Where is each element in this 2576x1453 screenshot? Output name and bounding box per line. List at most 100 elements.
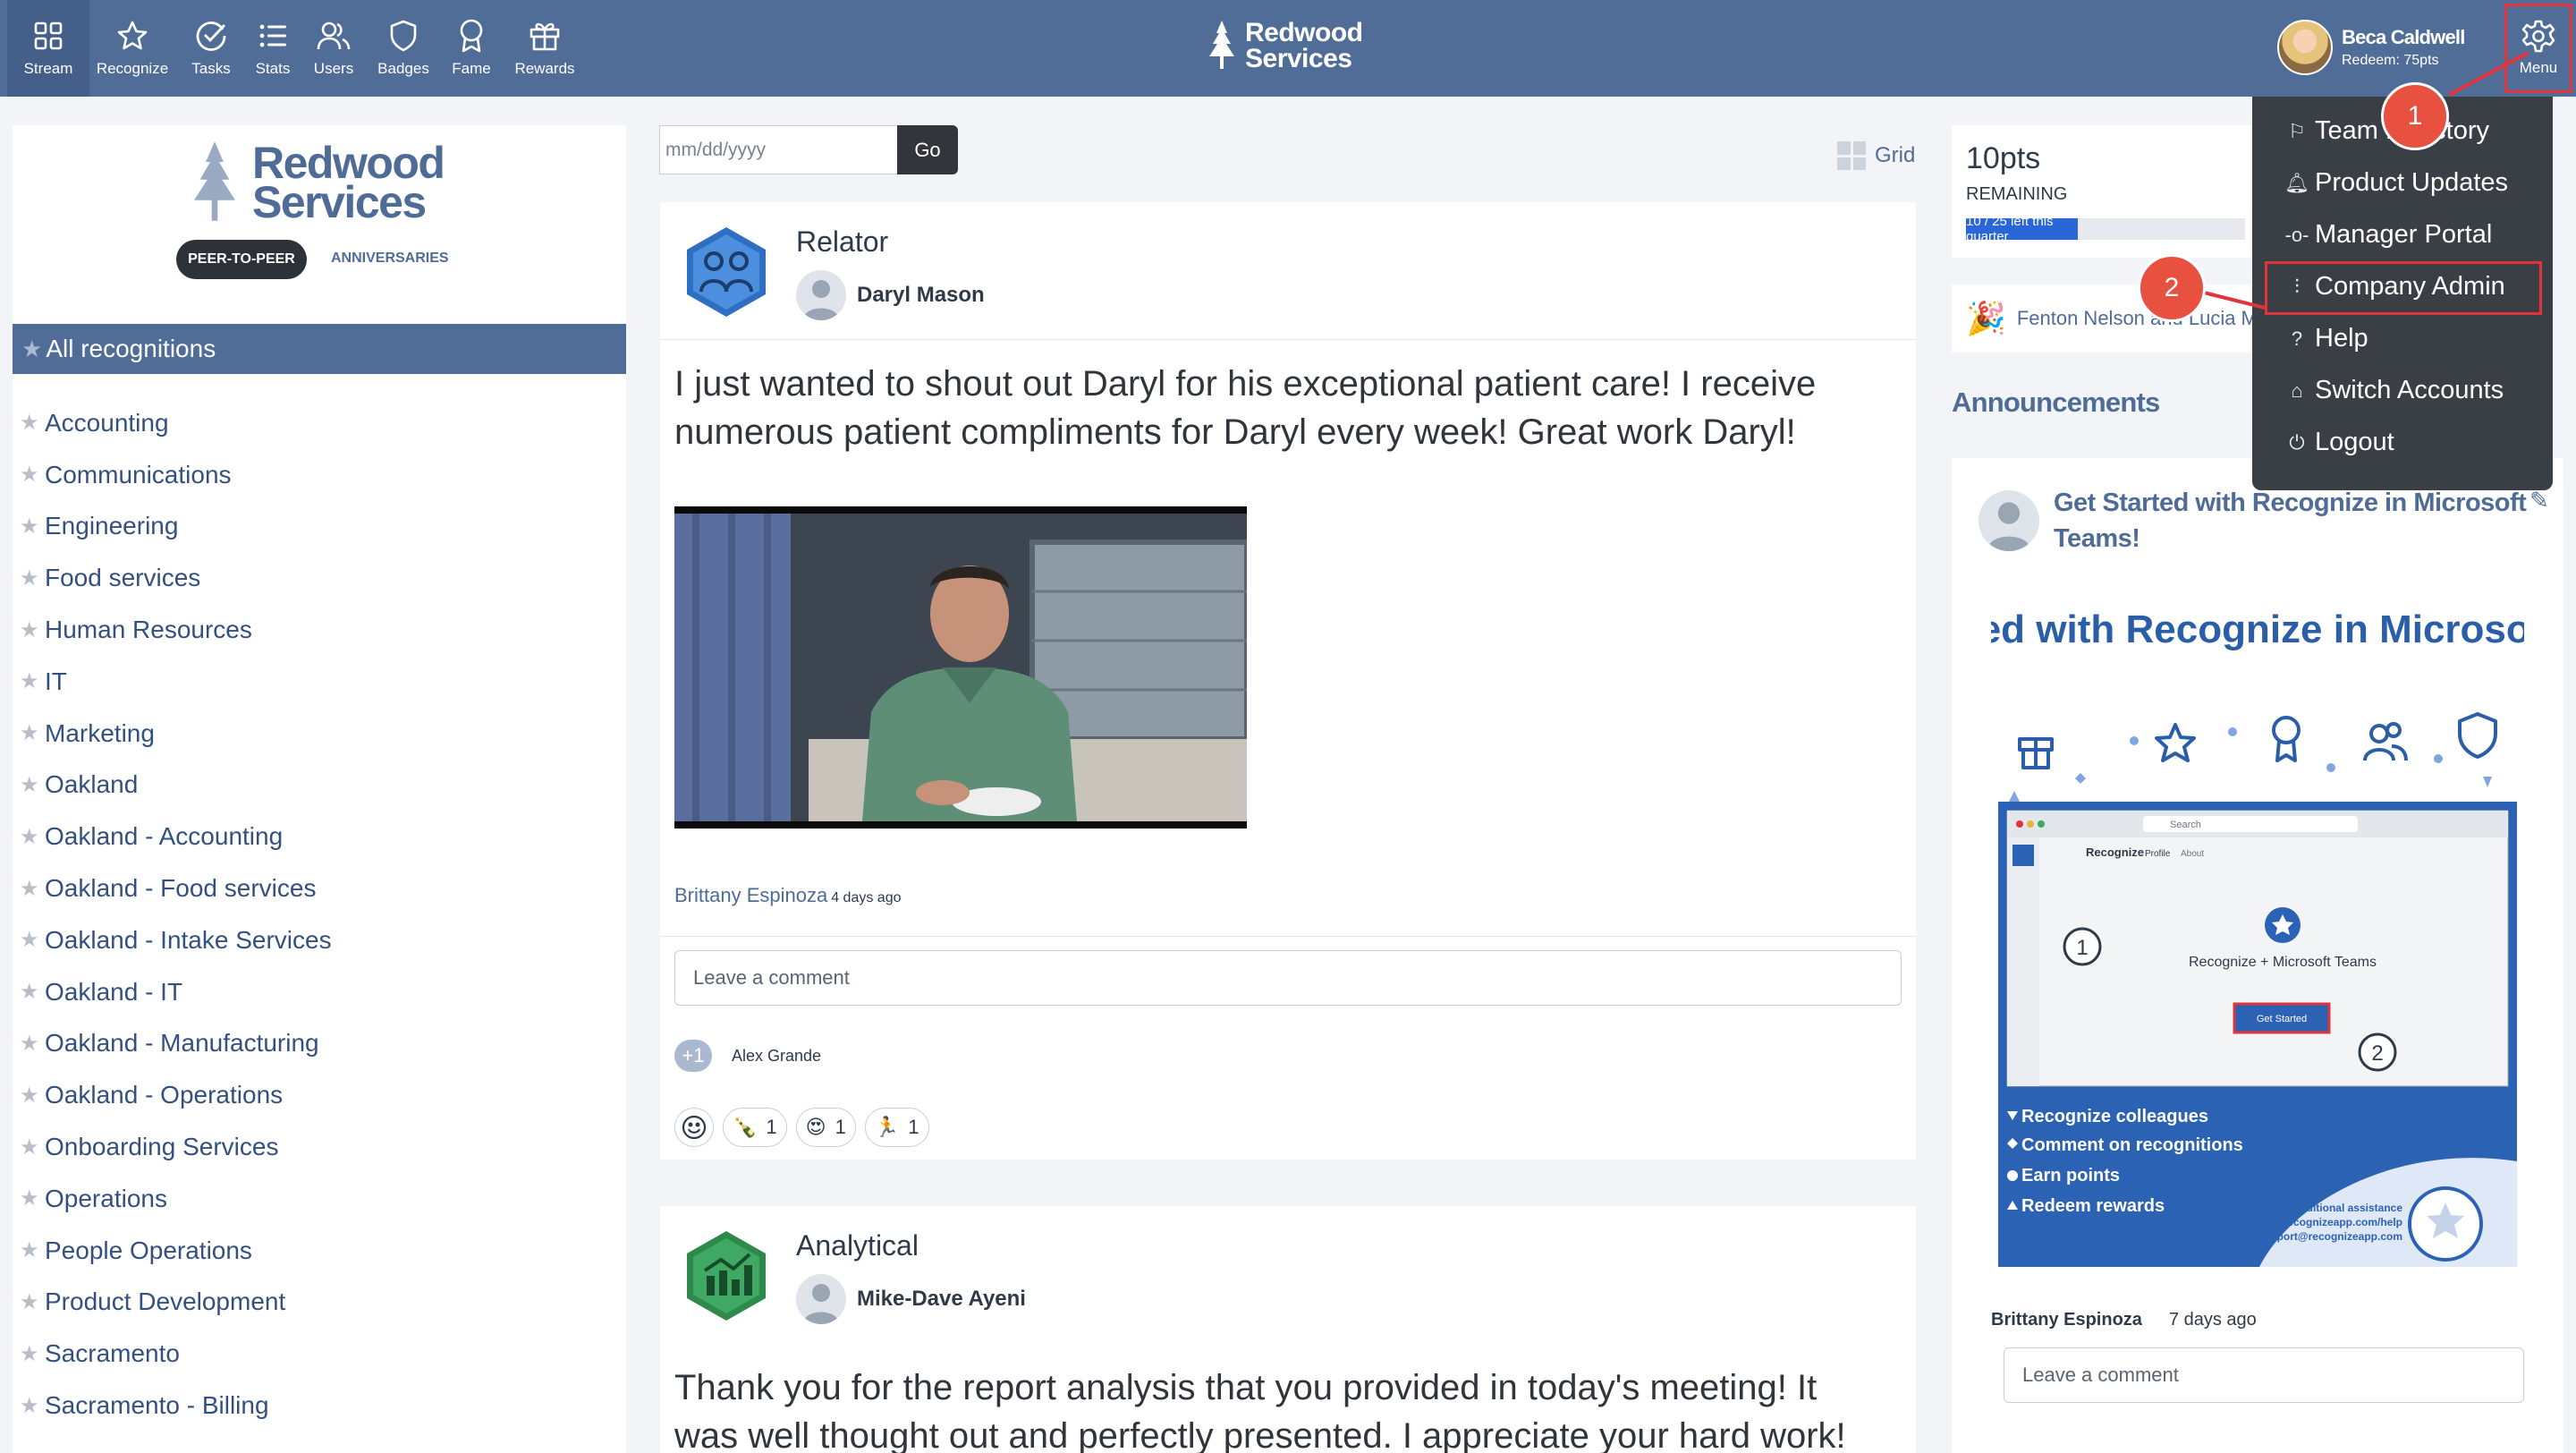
category-label: People Operations: [45, 1236, 252, 1264]
category-label: Communications: [45, 460, 232, 489]
category-item[interactable]: ★ Marketing: [20, 708, 332, 760]
nav-stream[interactable]: Stream: [7, 0, 89, 97]
brand-line-1: Redwood: [1245, 18, 1363, 47]
go-button[interactable]: Go: [897, 125, 958, 174]
recognition-message: I just wanted to shout out Daryl for his…: [674, 364, 1817, 452]
category-label: Oakland - Intake Services: [45, 925, 332, 954]
menu-item-product-updates[interactable]: 🔔︎ Product Updates: [2284, 168, 2508, 198]
nav-badges[interactable]: Badges: [370, 0, 436, 97]
category-item[interactable]: ★ Communications: [20, 449, 332, 501]
tree-icon: [1209, 21, 1234, 69]
recipient[interactable]: Mike-Dave Ayeni: [796, 1274, 1026, 1324]
star-icon: ★: [20, 980, 39, 1005]
promo-assist-title: Additional assistance: [2292, 1202, 2403, 1214]
category-label: Product Development: [45, 1287, 286, 1316]
category-item[interactable]: ★ Oakland - Operations: [20, 1069, 332, 1121]
comment-input[interactable]: Leave a comment: [674, 950, 1902, 1006]
category-item[interactable]: ★ People Operations: [20, 1225, 332, 1277]
grid-icon: [31, 19, 65, 53]
all-recognitions-label: All recognitions: [46, 335, 216, 362]
star-icon: [115, 19, 149, 53]
star-icon: ★: [20, 1083, 39, 1108]
nav-stats[interactable]: Stats: [247, 0, 299, 97]
category-item[interactable]: ★ Oakland - Food services: [20, 862, 332, 914]
category-item[interactable]: ★ Accounting: [20, 397, 332, 449]
relator-badge-icon: [687, 227, 766, 317]
tab-peer-to-peer[interactable]: PEER-TO-PEER: [176, 240, 307, 279]
reaction-runner[interactable]: 🏃 1: [864, 1108, 929, 1147]
star-icon: ★: [20, 1031, 39, 1056]
category-item[interactable]: ★ Human Resources: [20, 604, 332, 656]
avatar: [1979, 490, 2039, 551]
announcement-title[interactable]: Get Started with Recognize in Microsoft …: [2054, 485, 2537, 557]
category-item[interactable]: ★ Sacramento - Billing: [20, 1380, 332, 1432]
menu-item-logout[interactable]: ⏻ Logout: [2284, 428, 2394, 457]
all-recognitions-item[interactable]: ★ All recognitions: [13, 324, 626, 374]
category-item[interactable]: ★ Onboarding Services: [20, 1121, 332, 1173]
anniversary-names[interactable]: Fenton Nelson and Lucia M: [2017, 307, 2256, 330]
menu-button[interactable]: Menu: [2504, 4, 2572, 93]
runner-icon: 🏃: [874, 1116, 900, 1138]
category-item[interactable]: ★ Oakland - Manufacturing: [20, 1018, 332, 1070]
points-card: 10pts REMAINING 10 / 25 left this quarte…: [1952, 125, 2256, 258]
comment-input[interactable]: Leave a comment: [2004, 1347, 2524, 1403]
nav-rewards[interactable]: Rewards: [510, 0, 580, 97]
category-item[interactable]: ★ Oakland - Accounting: [20, 811, 332, 862]
nav-users[interactable]: Users: [306, 0, 361, 97]
menu-item-manager-portal[interactable]: -o- Manager Portal: [2284, 220, 2493, 250]
star-icon: ★: [20, 1393, 39, 1418]
reaction-bottle[interactable]: 🍾 1: [723, 1108, 787, 1147]
announcements-heading: Announcements: [1952, 387, 2160, 418]
add-reaction-button[interactable]: [674, 1108, 714, 1147]
announcement-author[interactable]: Brittany Espinoza: [1991, 1310, 2142, 1330]
category-item[interactable]: ★ Operations: [20, 1173, 332, 1225]
category-item[interactable]: ★ Food services: [20, 552, 332, 604]
category-label: Oakland - Operations: [45, 1081, 284, 1109]
category-label: Sacramento: [45, 1339, 180, 1368]
category-item[interactable]: ★ Oakland - Intake Services: [20, 914, 332, 966]
video-thumbnail[interactable]: [674, 506, 1247, 828]
nav-tasks[interactable]: Tasks: [182, 0, 240, 97]
category-label: Oakland - Food services: [45, 874, 317, 903]
card-header: Relator Daryl Mason: [660, 202, 1916, 340]
menu-item-label: Manager Portal: [2315, 220, 2493, 249]
video-still: [674, 514, 1247, 821]
category-item[interactable]: ★ Oakland - IT: [20, 966, 332, 1018]
category-item[interactable]: ★ Product Development: [20, 1277, 332, 1329]
avatar: [796, 270, 846, 320]
nav-recognize[interactable]: Recognize: [93, 0, 172, 97]
recipient[interactable]: Daryl Mason: [796, 270, 985, 320]
sender-name[interactable]: Brittany Espinoza: [674, 884, 827, 906]
promo-bullet: Comment on recognitions: [2021, 1135, 2243, 1155]
category-item[interactable]: ★ Sacramento: [20, 1328, 332, 1380]
menu-item-switch-accounts[interactable]: ⌂ Switch Accounts: [2284, 376, 2504, 405]
power-icon: ⏻: [2289, 430, 2305, 454]
users-icon: [317, 19, 351, 53]
edit-icon[interactable]: ✎: [2529, 487, 2549, 514]
category-item[interactable]: ★ Engineering: [20, 501, 332, 553]
avatar[interactable]: [2277, 20, 2333, 75]
grid-toggle[interactable]: Grid: [1837, 141, 1915, 170]
category-label: Food services: [45, 564, 201, 592]
date-input[interactable]: mm/dd/yyyy: [659, 125, 898, 174]
sender: Brittany Espinoza 4 days ago: [674, 884, 901, 907]
tab-anniversaries[interactable]: ANNIVERSARIES: [331, 251, 449, 267]
announcement-image: Get Started with Recognize in Microsoft …: [1991, 589, 2524, 1278]
category-item[interactable]: ★ IT: [20, 656, 332, 708]
category-item[interactable]: ★ Oakland: [20, 760, 332, 811]
star-icon: ★: [20, 721, 39, 746]
nav-fame[interactable]: Fame: [445, 0, 497, 97]
announcement-card: Get Started with Recognize in Microsoft …: [1952, 458, 2563, 1453]
reaction-heart-eyes[interactable]: 😍 1: [795, 1108, 856, 1147]
promo-app-name: Recognize: [2086, 845, 2144, 859]
star-icon: ★: [20, 617, 39, 642]
menu-dropdown: ⚐Team Directory 🔔︎Product Updates -o-Man…: [2252, 97, 2553, 490]
menu-label: Menu: [2519, 59, 2558, 76]
svg-text:Get Started with Recognize in: Get Started with Recognize in Microsoft …: [1991, 608, 2524, 651]
category-label: Oakland - Manufacturing: [45, 1029, 319, 1058]
menu-item-help[interactable]: ? Help: [2284, 324, 2368, 353]
plus-one-button[interactable]: +1: [674, 1040, 712, 1072]
menu-item-label: Product Updates: [2315, 168, 2509, 197]
user-profile[interactable]: Beca Caldwell Redeem: 75pts: [2277, 20, 2465, 75]
brand-logo[interactable]: Redwood Services: [1208, 20, 1363, 72]
